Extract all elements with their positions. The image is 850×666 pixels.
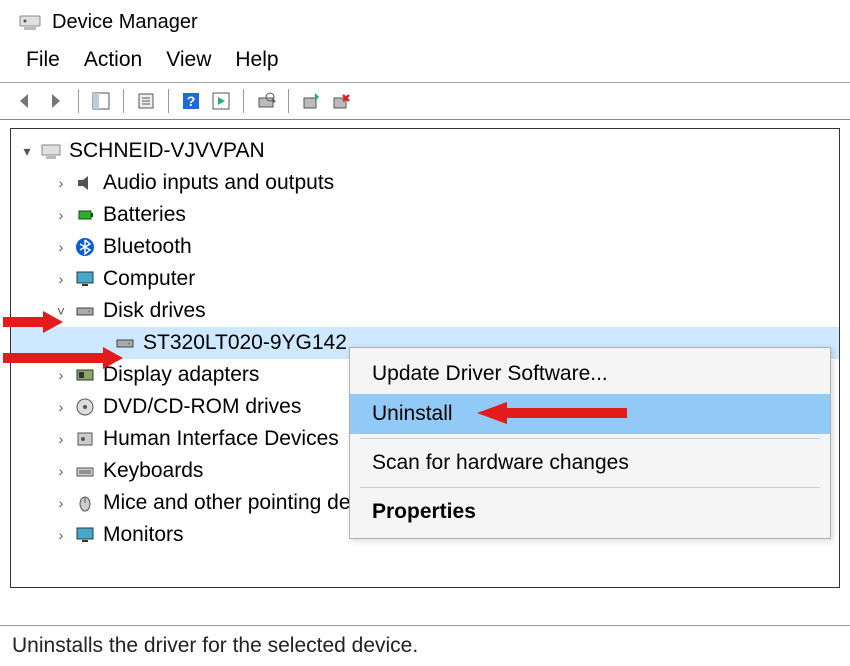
tree-item-label: Human Interface Devices (103, 423, 339, 455)
tree-item-label: DVD/CD-ROM drives (103, 391, 301, 423)
ctx-scan-hardware[interactable]: Scan for hardware changes (350, 443, 830, 483)
device-manager-window: Device Manager File Action View Help ? (0, 0, 850, 666)
tree-item-computer[interactable]: › Computer (11, 263, 839, 295)
monitor-icon (73, 267, 97, 291)
tree-item-label: Computer (103, 263, 195, 295)
statusbar: Uninstalls the driver for the selected d… (0, 625, 850, 666)
computer-icon (39, 139, 63, 163)
device-tree: ▾ SCHNEID-VJVVPAN › Audio inputs and out… (10, 128, 840, 588)
tree-item-label: ST320LT020-9YG142 (143, 327, 347, 359)
chevron-right-icon: › (51, 487, 71, 519)
update-driver-button[interactable] (297, 87, 325, 115)
properties-button[interactable] (132, 87, 160, 115)
ctx-uninstall-label: Uninstall (372, 402, 453, 425)
help-button[interactable]: ? (177, 87, 205, 115)
disk-icon (73, 299, 97, 323)
ctx-uninstall[interactable]: Uninstall (350, 394, 830, 434)
menubar: File Action View Help (0, 40, 850, 82)
chevron-right-icon: › (51, 231, 71, 263)
menu-view[interactable]: View (156, 46, 221, 74)
chevron-down-icon: ▾ (17, 135, 37, 167)
tree-item-label: Display adapters (103, 359, 259, 391)
window-title: Device Manager (52, 11, 198, 34)
device-tree-area: ▾ SCHNEID-VJVVPAN › Audio inputs and out… (0, 120, 850, 625)
chevron-right-icon: › (51, 455, 71, 487)
menu-file[interactable]: File (16, 46, 70, 74)
tree-item-label: Bluetooth (103, 231, 192, 263)
tree-item-disk-drives[interactable]: ˅ Disk drives (11, 295, 839, 327)
status-text: Uninstalls the driver for the selected d… (12, 634, 418, 657)
tree-root[interactable]: ▾ SCHNEID-VJVVPAN (11, 135, 839, 167)
show-hide-tree-button[interactable] (87, 87, 115, 115)
tree-item-label: Monitors (103, 519, 184, 551)
ctx-properties[interactable]: Properties (350, 492, 830, 532)
chevron-right-icon: › (51, 199, 71, 231)
hid-icon (73, 427, 97, 451)
app-icon (18, 10, 42, 34)
annotation-arrow (3, 347, 123, 369)
tree-item-label: Batteries (103, 199, 186, 231)
chevron-right-icon: › (51, 263, 71, 295)
ctx-update-driver[interactable]: Update Driver Software... (350, 354, 830, 394)
tree-item-label: Keyboards (103, 455, 203, 487)
bluetooth-icon (73, 235, 97, 259)
separator (360, 487, 820, 488)
context-menu: Update Driver Software... Uninstall Scan… (349, 347, 831, 539)
tree-item-bluetooth[interactable]: › Bluetooth (11, 231, 839, 263)
back-button[interactable] (12, 87, 40, 115)
scan-hardware-button[interactable] (252, 87, 280, 115)
chevron-right-icon: › (51, 423, 71, 455)
keyboard-icon (73, 459, 97, 483)
menu-help[interactable]: Help (225, 46, 288, 74)
tree-item-label: Audio inputs and outputs (103, 167, 334, 199)
battery-icon (73, 203, 97, 227)
optical-icon (73, 395, 97, 419)
forward-button[interactable] (42, 87, 70, 115)
monitor-icon (73, 523, 97, 547)
chevron-right-icon: › (51, 519, 71, 551)
tree-item-batteries[interactable]: › Batteries (11, 199, 839, 231)
uninstall-button[interactable] (327, 87, 355, 115)
mouse-icon (73, 491, 97, 515)
tree-root-label: SCHNEID-VJVVPAN (69, 135, 265, 167)
action-button[interactable] (207, 87, 235, 115)
annotation-arrow (477, 402, 627, 424)
tree-item-audio[interactable]: › Audio inputs and outputs (11, 167, 839, 199)
titlebar: Device Manager (0, 0, 850, 40)
tree-item-label: Disk drives (103, 295, 206, 327)
toolbar: ? (0, 82, 850, 120)
chevron-right-icon: › (51, 391, 71, 423)
chevron-right-icon: › (51, 167, 71, 199)
speaker-icon (73, 171, 97, 195)
separator (360, 438, 820, 439)
annotation-arrow (3, 311, 63, 333)
svg-text:?: ? (187, 93, 196, 109)
menu-action[interactable]: Action (74, 46, 152, 74)
